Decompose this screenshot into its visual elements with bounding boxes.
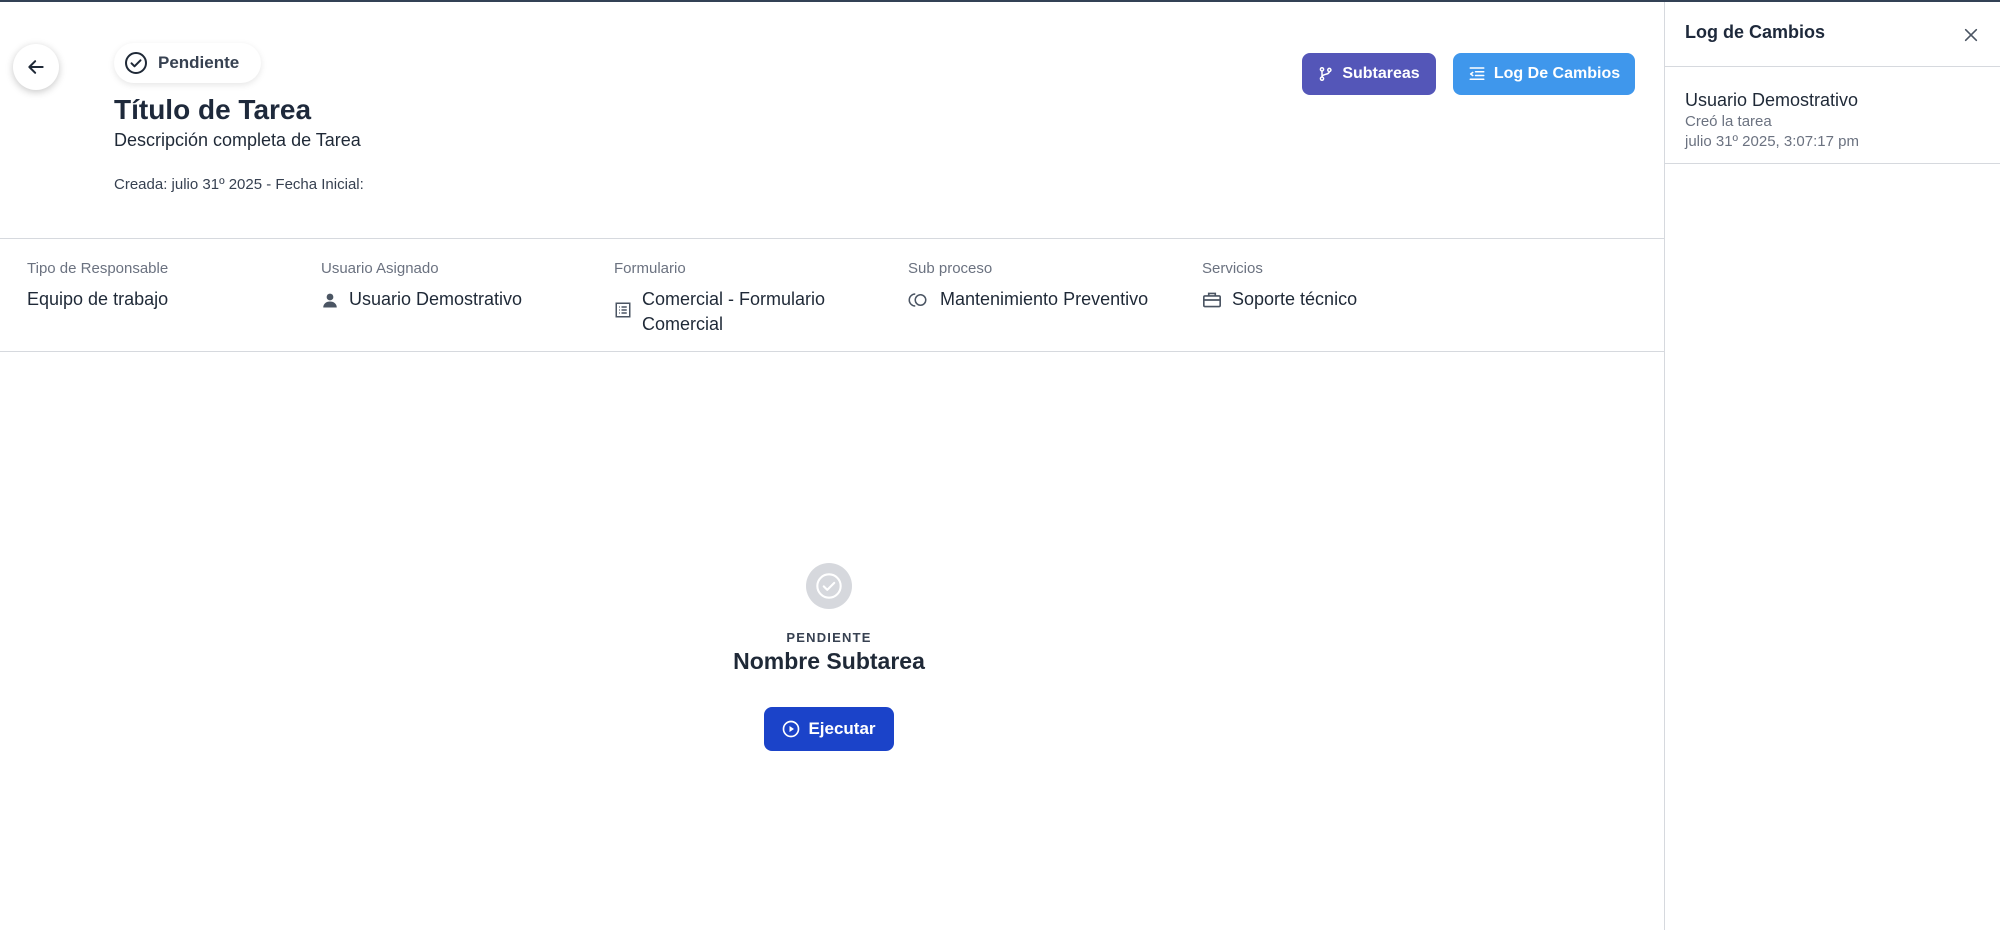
info-formulario: Formulario Comercial - Formulario Comerc… [614,260,874,337]
subproceso-label: Sub proceso [908,260,993,277]
log-panel: Log de Cambios Usuario Demostrativo Creó… [1664,2,2000,930]
log-entry-action: Creó la tarea [1685,113,1772,130]
close-log-button[interactable] [1960,24,1982,46]
branch-icon [1319,66,1332,82]
check-circle-icon [816,573,842,599]
subprocess-icon [908,293,927,307]
task-description: Descripción completa de Tarea [114,130,361,150]
arrow-left-icon [28,60,44,74]
list-indent-icon [1469,67,1485,80]
execute-button-label: Ejecutar [808,719,876,738]
tipo-responsable-text: Equipo de trabajo [27,289,169,309]
formulario-value: Comercial - Formulario Comercial [614,287,874,337]
servicios-value: Soporte técnico [1202,287,1357,312]
usuario-asignado-label: Usuario Asignado [321,260,439,277]
log-de-cambios-button[interactable]: Log De Cambios [1453,53,1635,95]
tipo-responsable-value: Equipo de trabajo [27,287,168,312]
form-list-icon [615,302,631,318]
subtareas-button-label: Subtareas [1342,65,1420,82]
execute-button[interactable]: Ejecutar [764,707,894,751]
task-title: Título de Tarea [114,94,312,125]
info-tipo-responsable: Tipo de Responsable Equipo de trabajo [27,260,168,312]
servicios-label: Servicios [1202,260,1263,277]
task-status-label: Pendiente [158,53,240,72]
play-circle-icon [783,720,800,738]
servicios-text: Soporte técnico [1232,289,1358,309]
briefcase-icon [1203,292,1221,308]
formulario-text: Comercial - Formulario Comercial [642,289,826,334]
subtareas-button[interactable]: Subtareas [1302,53,1436,95]
subtask-status-icon [806,563,852,609]
person-icon [323,293,337,308]
log-header-divider [1665,66,2000,67]
check-circle-icon [125,52,147,74]
task-dates: Creada: julio 31º 2025 - Fecha Inicial: [114,176,364,193]
log-panel-title: Log de Cambios [1685,22,1826,42]
log-entry-user: Usuario Demostrativo [1685,90,1859,110]
usuario-asignado-text: Usuario Demostrativo [349,289,523,309]
log-entry-divider [1665,163,2000,164]
log-entry: Usuario Demostrativo Creó la tarea julio… [1685,90,1859,150]
back-button[interactable] [13,44,59,90]
subproceso-text: Mantenimiento Preventivo [940,289,1149,309]
subproceso-value: Mantenimiento Preventivo [908,287,1148,312]
log-entry-time: julio 31º 2025, 3:07:17 pm [1685,133,1859,150]
subtask-status: PENDIENTE [786,630,872,645]
log-button-label: Log De Cambios [1493,65,1621,82]
subtask-name: Nombre Subtarea [733,648,925,674]
tipo-responsable-label: Tipo de Responsable [27,260,169,277]
task-detail-panel: Pendiente Título de Tarea Descripción co… [0,2,1664,930]
usuario-asignado-value: Usuario Demostrativo [321,287,522,312]
formulario-label: Formulario [614,260,686,277]
info-divider [0,351,1664,352]
task-status-chip: Pendiente [114,43,262,83]
info-servicios: Servicios Soporte técnico [1202,260,1357,312]
header-divider [0,238,1664,239]
info-usuario-asignado: Usuario Asignado Usuario Demostrativo [321,260,522,312]
info-sub-proceso: Sub proceso Mantenimiento Preventivo [908,260,1148,312]
close-icon [1964,28,1978,42]
